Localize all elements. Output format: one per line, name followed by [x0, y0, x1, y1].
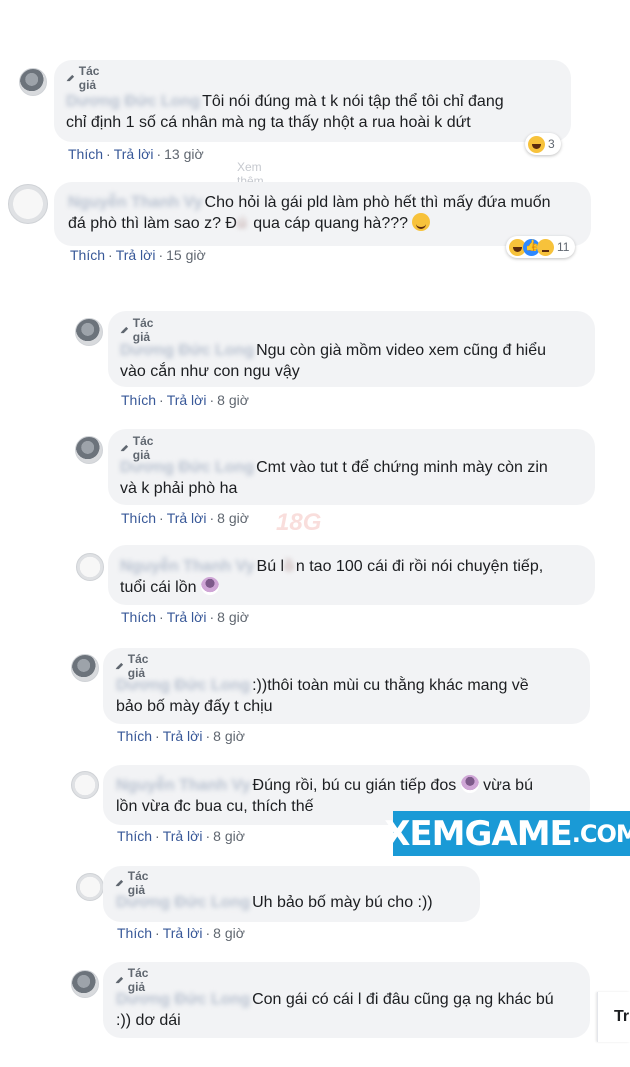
avatar[interactable]	[8, 184, 48, 224]
timestamp[interactable]: 15 giờ	[166, 247, 206, 263]
reply-link[interactable]: Trả lời	[167, 392, 207, 408]
person-emoji-icon	[200, 577, 219, 595]
blurred-author-name[interactable]: Dương Đức Long	[120, 340, 254, 361]
reaction-summary[interactable]: 11	[506, 236, 576, 258]
blurred-author-name[interactable]: Dương Đức Long	[120, 457, 254, 478]
pencil-icon	[115, 662, 124, 670]
reply-link[interactable]: Trả lời	[167, 510, 207, 526]
comment-actions: Thích · Trả lời · 8 giờ	[117, 925, 245, 941]
avatar[interactable]	[71, 654, 99, 682]
pencil-icon	[115, 976, 124, 984]
avatar[interactable]	[19, 68, 47, 96]
comment-text: Dương Đức Long Con gái có cái l đi đâu cũ…	[116, 989, 554, 1029]
comment-actions: Thích · Trả lời · 8 giờ	[121, 392, 249, 408]
avatar[interactable]	[75, 436, 103, 464]
like-link[interactable]: Thích	[117, 728, 152, 744]
sad-reaction-icon	[537, 238, 554, 256]
haha-reaction-icon	[528, 135, 545, 153]
like-link[interactable]: Thích	[117, 925, 152, 941]
like-link[interactable]: Thích	[70, 247, 105, 263]
reaction-summary[interactable]: 3	[525, 133, 561, 155]
avatar[interactable]	[71, 771, 99, 799]
timestamp[interactable]: 8 giờ	[217, 510, 249, 526]
blurred-author-name[interactable]: Dương Đức Long	[116, 675, 250, 696]
comment-text: Dương Đức Long:))thôi toàn mùi cu thằng …	[116, 675, 529, 715]
person-emoji-icon	[460, 775, 479, 793]
avatar[interactable]	[76, 873, 104, 901]
like-link[interactable]: Thích	[121, 392, 156, 408]
comment-text: Dương Đức Long Uh bảo bố mày bú cho :))	[116, 892, 433, 913]
pencil-icon	[115, 879, 124, 887]
comment-text: Dương Đức Long Ngu còn già mồm video xem …	[120, 340, 547, 380]
comment-actions: Thích · Trả lời · 8 giờ	[117, 828, 245, 844]
avatar[interactable]	[75, 318, 103, 346]
avatar[interactable]	[71, 970, 99, 998]
blurred-author-name[interactable]: Nguyễn Thanh Vy	[116, 775, 251, 796]
blurred-author-name[interactable]: Dương Đức Long	[116, 989, 250, 1010]
smile-emoji-icon	[412, 213, 431, 231]
like-link[interactable]: Thích	[121, 609, 156, 625]
like-link[interactable]: Thích	[121, 510, 156, 526]
like-link[interactable]: Thích	[117, 828, 152, 844]
like-link[interactable]: Thích	[68, 146, 103, 162]
pencil-icon	[120, 444, 129, 452]
author-badge: Tác giả	[66, 64, 105, 92]
watermark-logo: 18G	[276, 509, 322, 536]
side-panel-edge[interactable]: Tr	[597, 992, 630, 1042]
comment-actions: Thích · Trả lời · 8 giờ	[121, 510, 249, 526]
blurred-author-name[interactable]: Nguyễn Thanh Vy	[120, 556, 255, 577]
timestamp[interactable]: 8 giờ	[217, 609, 249, 625]
reply-link[interactable]: Trả lời	[163, 828, 203, 844]
blurred-author-name[interactable]: Dương Đức Long	[66, 91, 200, 112]
blurred-author-name[interactable]: Nguyễn Thanh Vy	[68, 192, 203, 213]
timestamp[interactable]: 8 giờ	[213, 728, 245, 744]
timestamp[interactable]: 8 giờ	[213, 925, 245, 941]
pencil-icon	[120, 326, 129, 334]
comment-text: Nguyễn Thanh Vy Cho hỏi là gái pld làm ph…	[68, 192, 551, 232]
comment-text: Dương Đức Long Cmt vào tut t để chứng min…	[120, 457, 548, 497]
reply-link[interactable]: Trả lời	[163, 728, 203, 744]
timestamp[interactable]: 8 giờ	[217, 392, 249, 408]
pencil-icon	[66, 74, 75, 82]
timestamp[interactable]: 8 giờ	[213, 828, 245, 844]
avatar[interactable]	[76, 553, 104, 581]
comment-text: Nguyễn Thanh Vy Bú lồ n tao 100 cái đi rồi…	[120, 556, 544, 596]
reply-link[interactable]: Trả lời	[167, 609, 207, 625]
comment-actions: Thích · Trả lời · 13 giờ	[68, 146, 204, 162]
blurred-author-name[interactable]: Dương Đức Long	[116, 892, 250, 913]
timestamp[interactable]: 13 giờ	[164, 146, 204, 162]
reply-link[interactable]: Trả lời	[163, 925, 203, 941]
comment-actions: Thích · Trả lời · 15 giờ	[70, 247, 206, 263]
comment-actions: Thích · Trả lời · 8 giờ	[117, 728, 245, 744]
comment-actions: Thích · Trả lời · 8 giờ	[121, 609, 249, 625]
xemgame-logo: XEMGAME .COM	[384, 811, 630, 856]
reply-link[interactable]: Trả lời	[116, 247, 156, 263]
reply-link[interactable]: Trả lời	[114, 146, 154, 162]
comment-text: Dương Đức Long Tôi nói đúng mà t k nói tậ…	[66, 91, 504, 131]
